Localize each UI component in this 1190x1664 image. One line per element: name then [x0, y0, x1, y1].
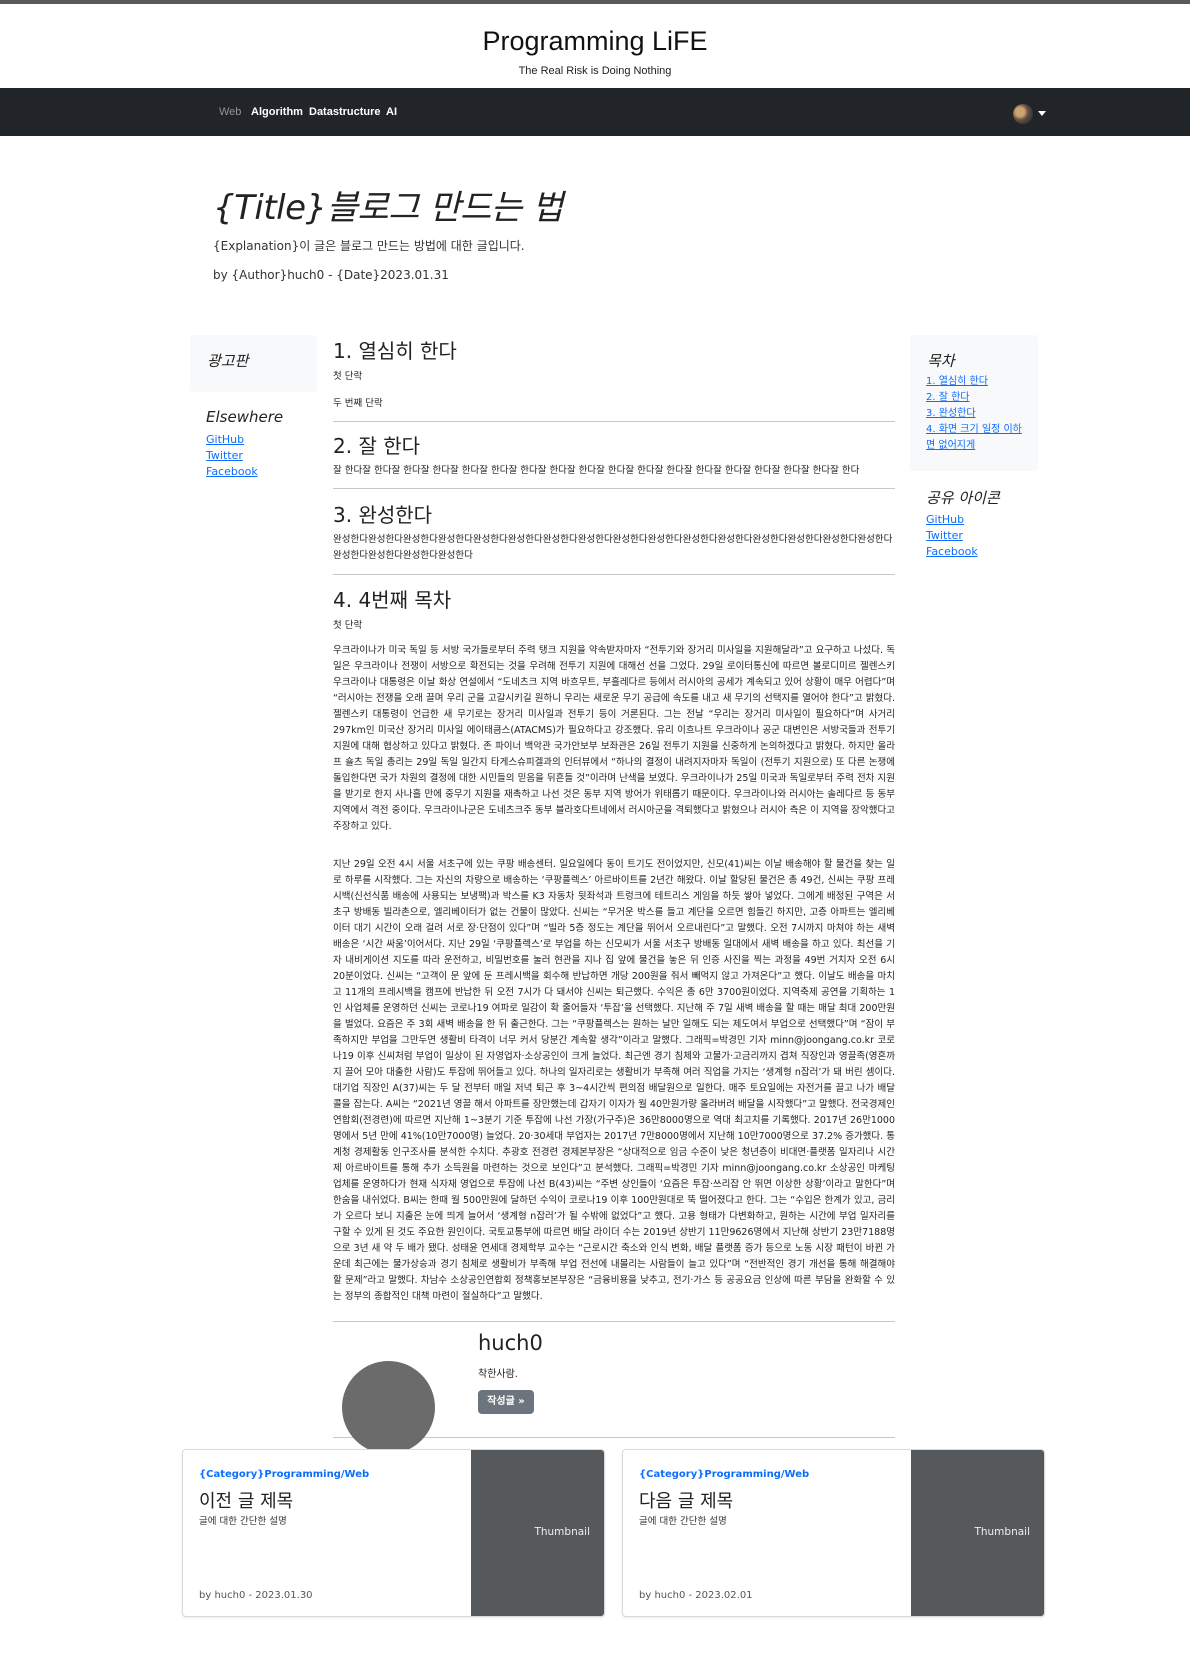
- section-divider: [333, 421, 895, 422]
- prev-post-meta: by huch0 - 2023.01.30: [199, 1590, 313, 1601]
- next-post-category: {Category}Programming/Web: [639, 1469, 810, 1480]
- nav-item-algorithm[interactable]: Algorithm: [251, 106, 303, 118]
- post-meta: by {Author}huch0 - {Date}2023.01.31: [213, 268, 449, 282]
- toc-item-2[interactable]: 2. 잘 한다: [926, 390, 970, 406]
- toc-panel: 목차 1. 열심히 한다 2. 잘 한다 3. 완성한다 4. 화면 크기 일정…: [910, 335, 1038, 471]
- ad-panel-title: 광고판: [207, 352, 249, 370]
- next-post-thumbnail: Thumbnail: [911, 1450, 1044, 1616]
- user-avatar[interactable]: [1013, 104, 1033, 124]
- nav-item-datastructure[interactable]: Datastructure: [309, 106, 381, 118]
- prev-post-thumbnail: Thumbnail: [471, 1450, 604, 1616]
- section-1: 1. 열심히 한다 첫 단락 두 번째 단락: [333, 335, 895, 412]
- author-posts-button[interactable]: 작성글 »: [478, 1390, 534, 1414]
- toc-title: 목차: [927, 352, 955, 370]
- section-4-heading: 4. 4번째 목차: [333, 588, 452, 612]
- section-3-para-1: 완성한다완성한다완성한다완성한다완성한다완성한다완성한다완성한다완성한다완성한다…: [333, 534, 893, 561]
- share-link-twitter[interactable]: Twitter: [926, 529, 963, 542]
- elsewhere-heading: Elsewhere: [206, 408, 284, 426]
- prev-post-thumbnail-label: Thumbnail: [534, 1526, 590, 1538]
- section-2-para-1: 잘 한다잘 한다잘 한다잘 한다잘 한다잘 한다잘 한다잘 한다잘 한다잘 한다…: [333, 465, 860, 476]
- toc-item-4-cont[interactable]: 면 없어지게: [926, 438, 975, 454]
- share-link-github[interactable]: GitHub: [926, 513, 964, 526]
- elsewhere-link-facebook[interactable]: Facebook: [206, 465, 258, 478]
- section-4-article-1: 우크라이나가 미국 독일 등 서방 국가들로부터 주력 탱크 지원을 약속받자마…: [333, 645, 895, 832]
- main-navbar: Web Algorithm Datastructure AI: [0, 88, 1190, 136]
- next-post-thumbnail-label: Thumbnail: [974, 1526, 1030, 1538]
- section-divider: [333, 574, 895, 575]
- site-subtitle: The Real Risk is Doing Nothing: [518, 65, 672, 77]
- share-heading: 공유 아이콘: [926, 489, 1000, 507]
- site-title[interactable]: Programming LiFE: [0, 26, 1190, 57]
- next-post-description: 글에 대한 간단한 설명: [639, 1516, 727, 1527]
- next-post-card[interactable]: {Category}Programming/Web 다음 글 제목 글에 대한 …: [622, 1449, 1045, 1617]
- section-3: 3. 완성한다 완성한다완성한다완성한다완성한다완성한다완성한다완성한다완성한다…: [333, 499, 895, 564]
- author-name: huch0: [478, 1331, 543, 1355]
- section-4-article-2: 지난 29일 오전 4시 서울 서초구에 있는 쿠팡 배송센터. 일요일에다 동…: [333, 859, 895, 1302]
- section-divider: [333, 1321, 895, 1322]
- section-2-heading: 2. 잘 한다: [333, 434, 420, 458]
- toc-item-3[interactable]: 3. 완성한다: [926, 406, 976, 422]
- prev-post-card[interactable]: {Category}Programming/Web 이전 글 제목 글에 대한 …: [182, 1449, 605, 1617]
- next-post-meta: by huch0 - 2023.02.01: [639, 1590, 753, 1601]
- section-2: 2. 잘 한다 잘 한다잘 한다잘 한다잘 한다잘 한다잘 한다잘 한다잘 한다…: [333, 430, 895, 479]
- section-4-para-1: 첫 단락: [333, 620, 363, 631]
- post-title: {Title}블로그 만드는 법: [213, 188, 563, 228]
- section-3-heading: 3. 완성한다: [333, 503, 433, 527]
- share-link-facebook[interactable]: Facebook: [926, 545, 978, 558]
- prev-post-category: {Category}Programming/Web: [199, 1469, 370, 1480]
- section-divider: [333, 488, 895, 489]
- section-1-para-1: 첫 단락: [333, 371, 363, 382]
- prev-post-description: 글에 대한 간단한 설명: [199, 1516, 287, 1527]
- next-post-title: 다음 글 제목: [639, 1491, 734, 1512]
- elsewhere-link-github[interactable]: GitHub: [206, 433, 244, 446]
- ad-panel: 광고판: [190, 335, 317, 392]
- author-avatar: [342, 1361, 435, 1454]
- nav-item-ai[interactable]: AI: [386, 106, 397, 118]
- section-1-heading: 1. 열심히 한다: [333, 339, 457, 363]
- prev-post-title: 이전 글 제목: [199, 1491, 294, 1512]
- site-header: Programming LiFE The Real Risk is Doing …: [0, 4, 1190, 88]
- nav-item-web[interactable]: Web: [219, 106, 241, 118]
- post-explanation: {Explanation}이 글은 블로그 만드는 방법에 대한 글입니다.: [213, 239, 525, 253]
- elsewhere-link-twitter[interactable]: Twitter: [206, 449, 243, 462]
- toc-item-4[interactable]: 4. 화면 크기 일정 이하: [926, 422, 1022, 438]
- toc-item-1[interactable]: 1. 열심히 한다: [926, 374, 988, 390]
- section-4: 4. 4번째 목차 첫 단락 우크라이나가 미국 독일 등 서방 국가들로부터 …: [333, 584, 895, 1315]
- section-1-para-2: 두 번째 단락: [333, 398, 383, 409]
- chevron-down-icon[interactable]: [1038, 111, 1046, 116]
- author-description: 착한사람.: [478, 1369, 518, 1380]
